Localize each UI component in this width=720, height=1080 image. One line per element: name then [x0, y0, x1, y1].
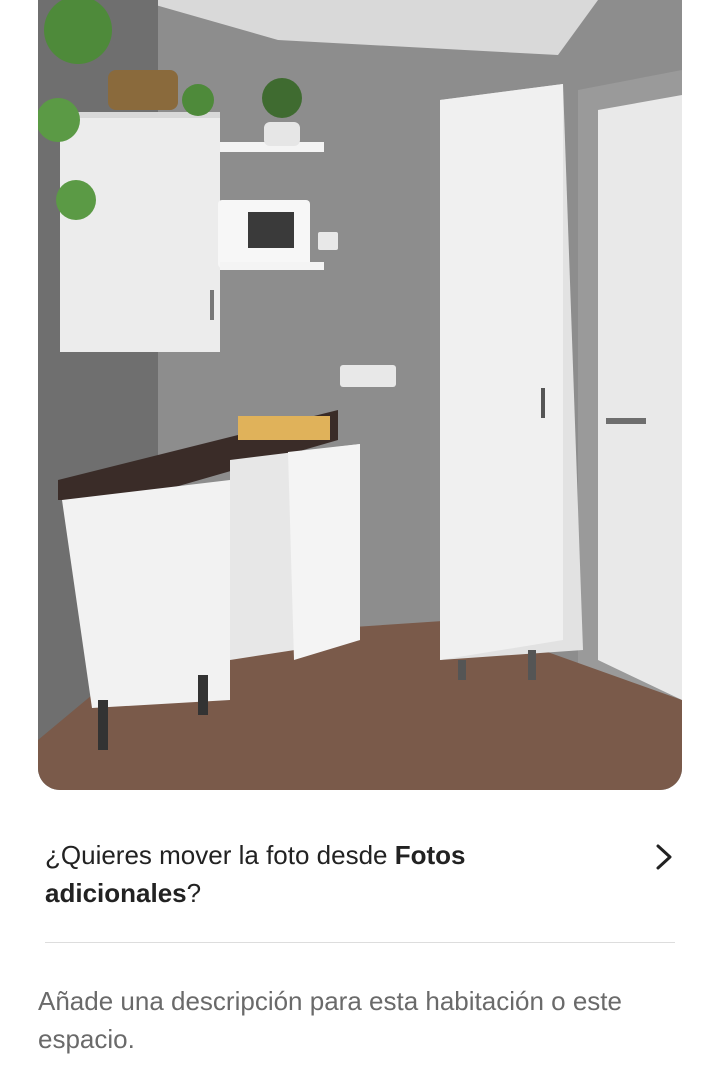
description-placeholder[interactable]: Añade una descripción para esta habitaci… — [38, 982, 688, 1058]
divider — [45, 942, 675, 943]
move-photo-prefix: ¿Quieres mover la foto desde — [45, 840, 395, 870]
move-photo-prompt[interactable]: ¿Quieres mover la foto desde Fotos adici… — [45, 832, 675, 922]
move-photo-suffix: ? — [186, 878, 202, 908]
kitchenette-illustration — [38, 0, 682, 790]
room-photo[interactable] — [38, 0, 682, 790]
chevron-right-icon[interactable] — [653, 842, 675, 872]
move-photo-text: ¿Quieres mover la foto desde Fotos adici… — [45, 836, 605, 912]
